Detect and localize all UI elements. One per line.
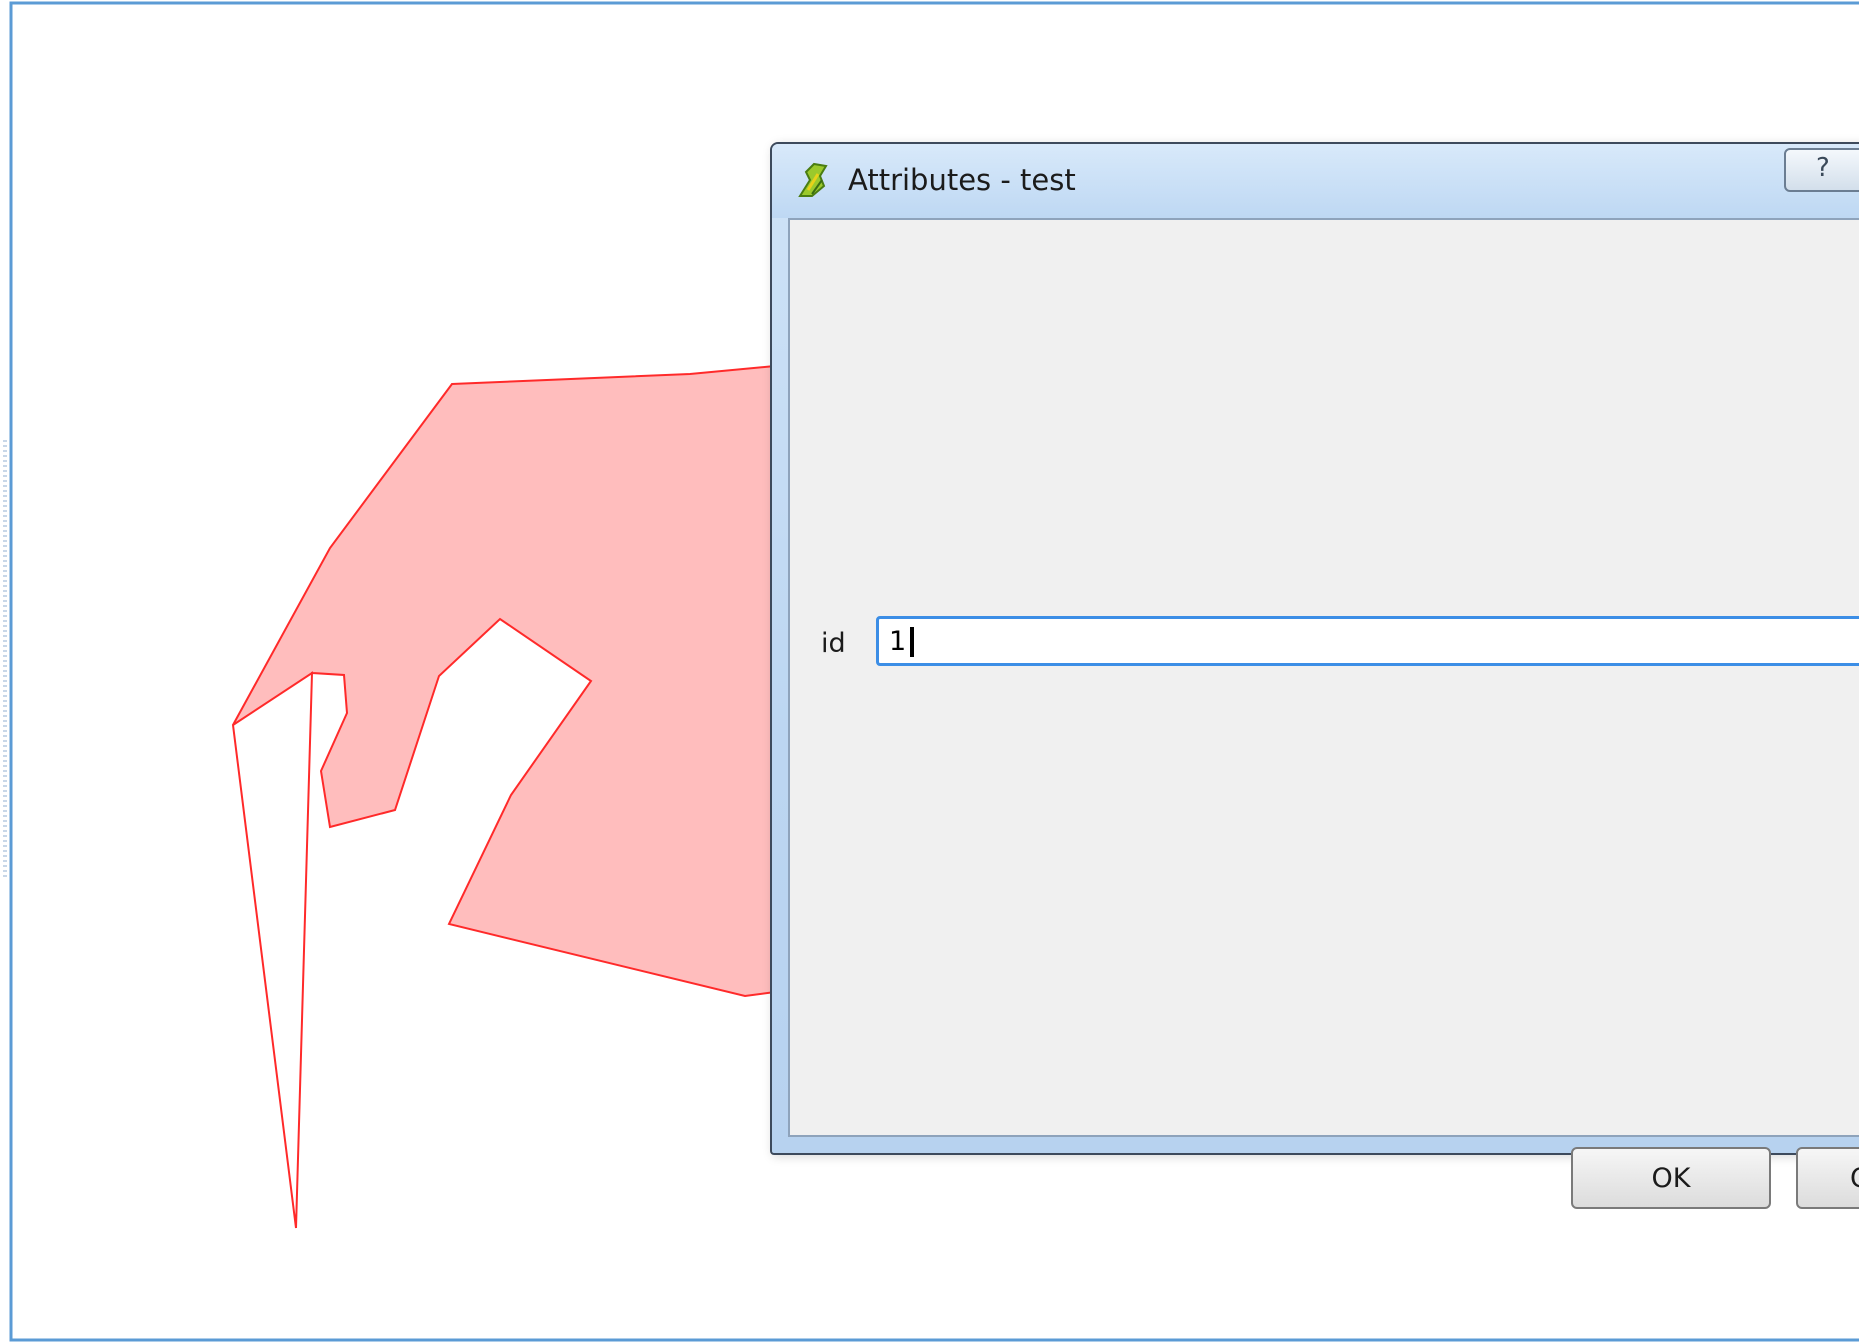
dialog-titlebar[interactable]: Attributes - test ?	[772, 144, 1859, 218]
qgis-icon	[798, 162, 828, 197]
help-icon: ?	[1816, 153, 1830, 183]
dialog-title: Attributes - test	[848, 163, 1076, 197]
attributes-dialog: Attributes - test ? id OK Ca	[770, 142, 1859, 1209]
dialog-body: id OK Ca	[788, 218, 1859, 1209]
id-field-input[interactable]	[876, 616, 1859, 666]
ok-button[interactable]: OK	[1571, 1147, 1771, 1209]
help-button[interactable]: ?	[1784, 148, 1859, 192]
id-field-label: id	[821, 628, 846, 659]
polygon-feature[interactable]	[231, 364, 776, 1229]
text-caret	[910, 627, 914, 657]
map-canvas-area[interactable]: Attributes - test ? id OK Ca	[0, 0, 1859, 1343]
cancel-button[interactable]: Ca	[1796, 1147, 1859, 1209]
